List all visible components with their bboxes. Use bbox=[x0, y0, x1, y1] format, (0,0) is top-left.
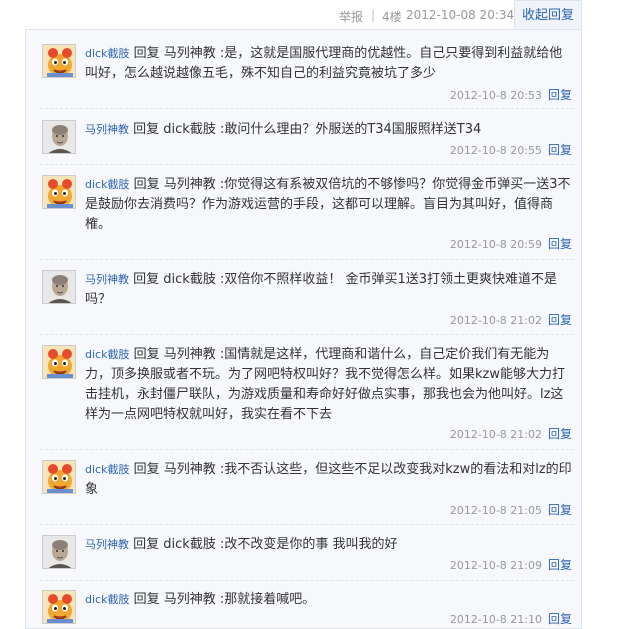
reply-prefix: 回复 dick截肢 : bbox=[133, 537, 225, 552]
reply-meta: 2012-10-8 21:05 回复 bbox=[450, 501, 572, 518]
portrait-avatar-icon[interactable] bbox=[42, 120, 76, 154]
reply-time: 2012-10-8 20:55 bbox=[449, 144, 542, 157]
reply-meta: 2012-10-8 21:09 回复 bbox=[450, 556, 572, 573]
reply-divider bbox=[40, 334, 574, 335]
cartoon-avatar-icon[interactable] bbox=[42, 590, 76, 624]
separator: | bbox=[371, 8, 376, 22]
reply-item: dick截肢 回复 马列神教 :是，这就是国服代理商的优越性。自己只要得到利益就… bbox=[40, 44, 580, 102]
cartoon-avatar-icon[interactable] bbox=[42, 44, 76, 78]
report-link[interactable]: 举报 bbox=[339, 8, 363, 25]
reply-divider bbox=[40, 164, 574, 165]
reply-content: dick截肢 回复 马列神教 :你觉得这有系被双倍坑的不够惨吗？你觉得金币弹买一… bbox=[85, 175, 575, 235]
reply-text: 改不改变是你的事 我叫我的好 bbox=[224, 537, 398, 552]
reply-prefix: 回复 马列神教 : bbox=[133, 347, 225, 362]
comment-thread-page: 举报 | 4楼 2012-10-08 20:34 收起回复 dick截肢 回复 … bbox=[0, 0, 631, 629]
reply-content: dick截肢 回复 马列神教 :是，这就是国服代理商的优越性。自己只要得到利益就… bbox=[85, 44, 575, 84]
cartoon-avatar-icon[interactable] bbox=[42, 460, 76, 494]
reply-username[interactable]: dick截肢 bbox=[85, 47, 129, 60]
reply-username[interactable]: dick截肢 bbox=[85, 178, 129, 191]
reply-item: 马列神教 回复 dick截肢 :改不改变是你的事 我叫我的好 2012-10-8… bbox=[40, 535, 580, 573]
reply-item: 马列神教 回复 dick截肢 :双倍你不照样收益！ 金币弹买1送3打领土更爽快难… bbox=[40, 270, 580, 328]
reply-button[interactable]: 回复 bbox=[548, 503, 572, 517]
reply-content: 马列神教 回复 dick截肢 :敢问什么理由？外服送的T34国服照样送T34 bbox=[85, 120, 575, 140]
reply-button[interactable]: 回复 bbox=[548, 612, 572, 626]
reply-username[interactable]: 马列神教 bbox=[85, 273, 129, 286]
portrait-avatar-icon[interactable] bbox=[42, 270, 76, 304]
reply-text: 敢问什么理由？外服送的T34国服照样送T34 bbox=[224, 122, 482, 137]
cartoon-avatar-icon[interactable] bbox=[42, 175, 76, 209]
reply-meta: 2012-10-8 21:02 回复 bbox=[450, 425, 572, 442]
reply-prefix: 回复 dick截肢 : bbox=[133, 272, 225, 287]
reply-meta: 2012-10-8 20:53 回复 bbox=[450, 86, 572, 103]
reply-meta: 2012-10-8 20:55 回复 bbox=[450, 141, 572, 158]
cartoon-avatar-icon[interactable] bbox=[42, 345, 76, 379]
reply-prefix: 回复 马列神教 : bbox=[133, 177, 225, 192]
reply-content: dick截肢 回复 马列神教 :国情就是这样，代理商和谐什么，自己定价我们有无能… bbox=[85, 345, 575, 425]
reply-divider bbox=[40, 524, 574, 525]
post-datetime: 2012-10-08 20:34 bbox=[406, 8, 515, 22]
reply-button[interactable]: 回复 bbox=[548, 558, 572, 572]
post-footer-bar: 举报 | 4楼 2012-10-08 20:34 收起回复 bbox=[0, 0, 631, 30]
reply-button[interactable]: 回复 bbox=[548, 427, 572, 441]
reply-button[interactable]: 回复 bbox=[548, 313, 572, 327]
reply-button[interactable]: 回复 bbox=[548, 143, 572, 157]
collapse-replies-button[interactable]: 收起回复 bbox=[514, 0, 582, 30]
reply-content: 马列神教 回复 dick截肢 :双倍你不照样收益！ 金币弹买1送3打领土更爽快难… bbox=[85, 270, 575, 310]
reply-username[interactable]: dick截肢 bbox=[85, 463, 129, 476]
floor-number: 4楼 bbox=[382, 10, 402, 24]
reply-username[interactable]: dick截肢 bbox=[85, 593, 129, 606]
reply-item: 马列神教 回复 dick截肢 :敢问什么理由？外服送的T34国服照样送T34 2… bbox=[40, 120, 580, 158]
reply-prefix: 回复 马列神教 : bbox=[133, 462, 225, 477]
reply-prefix: 回复 dick截肢 : bbox=[133, 122, 225, 137]
reply-content: 马列神教 回复 dick截肢 :改不改变是你的事 我叫我的好 bbox=[85, 535, 575, 555]
reply-divider bbox=[40, 580, 574, 581]
reply-time: 2012-10-8 21:02 bbox=[449, 314, 542, 327]
reply-meta: 2012-10-8 20:59 回复 bbox=[450, 235, 572, 252]
portrait-avatar-icon[interactable] bbox=[42, 535, 76, 569]
reply-prefix: 回复 马列神教 : bbox=[133, 46, 225, 61]
reply-item: dick截肢 回复 马列神教 :我不否认这些，但这些不足以改变我对kzw的看法和… bbox=[40, 460, 580, 518]
reply-item: dick截肢 回复 马列神教 :你觉得这有系被双倍坑的不够惨吗？你觉得金币弹买一… bbox=[40, 175, 580, 253]
reply-time: 2012-10-8 21:10 bbox=[449, 613, 542, 626]
reply-meta: 2012-10-8 21:10 回复 bbox=[450, 610, 572, 627]
reply-username[interactable]: dick截肢 bbox=[85, 348, 129, 361]
reply-text: 那就接着喊吧。 bbox=[224, 592, 316, 607]
reply-divider bbox=[40, 108, 574, 109]
reply-time: 2012-10-8 21:02 bbox=[449, 428, 542, 441]
reply-time: 2012-10-8 21:05 bbox=[449, 504, 542, 517]
reply-meta: 2012-10-8 21:02 回复 bbox=[450, 311, 572, 328]
reply-item: dick截肢 回复 马列神教 :国情就是这样，代理商和谐什么，自己定价我们有无能… bbox=[40, 345, 580, 443]
reply-username[interactable]: 马列神教 bbox=[85, 123, 129, 136]
reply-item: dick截肢 回复 马列神教 :那就接着喊吧。 2012-10-8 21:10 回… bbox=[40, 590, 580, 628]
reply-username[interactable]: 马列神教 bbox=[85, 538, 129, 551]
reply-content: dick截肢 回复 马列神教 :我不否认这些，但这些不足以改变我对kzw的看法和… bbox=[85, 460, 575, 500]
reply-time: 2012-10-8 20:59 bbox=[449, 238, 542, 251]
reply-content: dick截肢 回复 马列神教 :那就接着喊吧。 bbox=[85, 590, 575, 610]
reply-button[interactable]: 回复 bbox=[548, 237, 572, 251]
reply-time: 2012-10-8 21:09 bbox=[449, 559, 542, 572]
reply-divider bbox=[40, 449, 574, 450]
reply-time: 2012-10-8 20:53 bbox=[449, 89, 542, 102]
reply-divider bbox=[40, 259, 574, 260]
reply-prefix: 回复 马列神教 : bbox=[133, 592, 225, 607]
reply-button[interactable]: 回复 bbox=[548, 88, 572, 102]
